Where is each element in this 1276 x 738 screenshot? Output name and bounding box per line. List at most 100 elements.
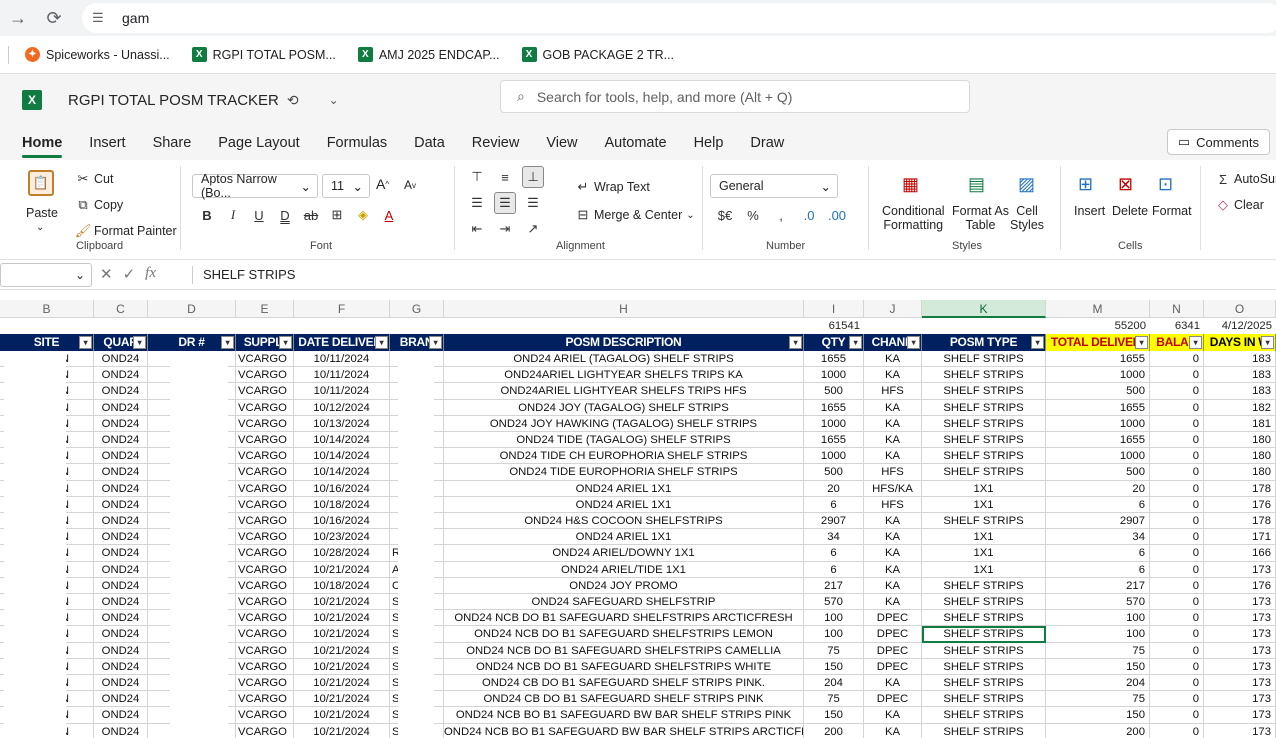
table-cell[interactable]: 10/14/2024 <box>294 432 390 449</box>
table-cell[interactable]: 183 <box>1204 367 1276 384</box>
forward-icon[interactable]: → <box>0 8 36 29</box>
table-cell[interactable]: 10/21/2024 <box>294 723 390 738</box>
table-cell[interactable]: SHELF STRIPS <box>922 383 1046 400</box>
table-cell[interactable]: 75 <box>1046 691 1150 708</box>
table-cell[interactable]: 1655 <box>804 432 864 449</box>
column-header-G[interactable]: G <box>390 300 444 318</box>
table-cell[interactable]: 10/21/2024 <box>294 658 390 675</box>
table-cell[interactable]: VCARGO <box>236 675 294 692</box>
table-cell[interactable]: 0 <box>1150 480 1204 497</box>
chevron-down-icon[interactable]: ⌄ <box>36 222 44 233</box>
table-cell[interactable]: 500 <box>804 464 864 481</box>
table-cell[interactable]: OND24 <box>94 626 148 643</box>
table-cell[interactable]: 176 <box>1204 577 1276 594</box>
table-header-cell[interactable]: QUAR ▾ <box>94 334 148 351</box>
comma-style-icon[interactable]: , <box>770 204 792 226</box>
align-middle-icon[interactable]: ≡ <box>494 166 516 188</box>
table-cell[interactable]: 10/21/2024 <box>294 707 390 724</box>
bookmark-spiceworks[interactable]: ✦ Spiceworks - Unassi... <box>25 47 170 62</box>
table-cell[interactable]: KA <box>864 594 922 611</box>
table-cell[interactable]: 173 <box>1204 610 1276 627</box>
table-cell[interactable]: KA <box>864 707 922 724</box>
table-cell[interactable]: 0 <box>1150 691 1204 708</box>
table-cell[interactable]: 173 <box>1204 658 1276 675</box>
table-cell[interactable]: 100 <box>1046 626 1150 643</box>
table-cell[interactable]: OND24 <box>94 577 148 594</box>
autosum-button[interactable]: Σ AutoSum <box>1212 168 1276 190</box>
table-cell[interactable]: 200 <box>804 723 864 738</box>
table-header-cell[interactable]: DR # ▾ <box>148 334 236 351</box>
table-cell[interactable]: 10/16/2024 <box>294 480 390 497</box>
table-cell[interactable]: 0 <box>1150 464 1204 481</box>
table-cell[interactable]: 173 <box>1204 626 1276 643</box>
table-cell[interactable]: OND24 NCB DO B1 SAFEGUARD SHELFSTRIPS LE… <box>444 626 804 643</box>
column-header-C[interactable]: C <box>94 300 148 318</box>
table-cell[interactable]: 1000 <box>1046 448 1150 465</box>
table-cell[interactable]: OND24 <box>94 464 148 481</box>
table-cell[interactable]: 6 <box>804 496 864 513</box>
table-cell[interactable]: VCARGO <box>236 415 294 432</box>
table-cell[interactable]: 150 <box>1046 707 1150 724</box>
format-painter-button[interactable]: 🖌 Format Painter <box>72 220 177 242</box>
conditional-formatting-button[interactable]: Conditional Formatting <box>882 204 945 232</box>
search-input[interactable]: ⌕ Search for tools, help, and more (Alt … <box>500 80 970 113</box>
filter-dropdown-icon[interactable]: ▾ <box>789 336 802 349</box>
table-cell[interactable]: 0 <box>1150 642 1204 659</box>
table-cell[interactable]: VCARGO <box>236 399 294 416</box>
table-cell[interactable]: 0 <box>1150 707 1204 724</box>
table-cell[interactable]: SHELF STRIPS <box>922 594 1046 611</box>
table-cell[interactable]: KA <box>864 675 922 692</box>
table-cell[interactable]: 0 <box>1150 594 1204 611</box>
table-cell[interactable]: 10/14/2024 <box>294 464 390 481</box>
table-cell[interactable]: OND24 <box>94 707 148 724</box>
table-cell[interactable]: OND24 <box>94 448 148 465</box>
table-cell[interactable]: 204 <box>1046 675 1150 692</box>
tab-insert[interactable]: Insert <box>89 135 125 151</box>
table-cell[interactable]: SHELF STRIPS <box>922 610 1046 627</box>
table-cell[interactable]: OND24 NCB DO B1 SAFEGUARD SHELFSTRIPS AR… <box>444 610 804 627</box>
table-cell[interactable]: OND24ARIEL LIGHTYEAR SHELFS TRIPS HFS <box>444 383 804 400</box>
chevron-down-icon[interactable]: ⌄ <box>329 93 339 107</box>
table-header-cell[interactable]: DAYS IN W ▾ <box>1204 334 1276 351</box>
table-cell[interactable]: 0 <box>1150 561 1204 578</box>
table-cell[interactable]: SHELF STRIPS <box>922 691 1046 708</box>
table-cell[interactable]: 0 <box>1150 383 1204 400</box>
table-cell[interactable]: OND24 <box>94 415 148 432</box>
formula-input[interactable]: SHELF STRIPS <box>203 267 295 282</box>
table-cell[interactable]: 500 <box>804 383 864 400</box>
summary-cell-I[interactable]: 61541 <box>804 318 864 334</box>
table-cell[interactable]: 150 <box>804 658 864 675</box>
table-cell[interactable]: OND24ARIEL LIGHTYEAR SHELFS TRIPS KA <box>444 367 804 384</box>
table-cell[interactable]: 570 <box>804 594 864 611</box>
table-header-cell[interactable]: POSM TYPE ▾ <box>922 334 1046 351</box>
table-cell[interactable]: SHELF STRIPS <box>922 367 1046 384</box>
bold-icon[interactable]: B <box>196 204 218 226</box>
increase-font-icon[interactable]: A ^ <box>376 176 389 192</box>
tab-data[interactable]: Data <box>414 135 445 151</box>
delete-button[interactable]: Delete <box>1112 204 1148 218</box>
table-cell[interactable]: OND24 JOY (TAGALOG) SHELF STRIPS <box>444 399 804 416</box>
table-cell[interactable]: OND24 <box>94 529 148 546</box>
table-cell[interactable]: 0 <box>1150 529 1204 546</box>
document-title[interactable]: RGPI TOTAL POSM TRACKER <box>68 92 279 109</box>
table-cell[interactable]: KA <box>864 367 922 384</box>
table-cell[interactable]: 10/23/2024 <box>294 529 390 546</box>
copy-button[interactable]: ⧉ Copy <box>72 194 123 216</box>
font-size-dropdown[interactable]: 11 ⌄ <box>322 174 370 198</box>
table-cell[interactable]: 1X1 <box>922 561 1046 578</box>
table-cell[interactable]: VCARGO <box>236 610 294 627</box>
table-cell[interactable]: OND24 CB DO B1 SAFEGUARD SHELF STRIPS PI… <box>444 691 804 708</box>
double-underline-icon[interactable]: D <box>274 204 296 226</box>
tab-page-layout[interactable]: Page Layout <box>218 135 299 151</box>
table-cell[interactable]: VCARGO <box>236 448 294 465</box>
table-cell[interactable]: SHELF STRIPS <box>922 415 1046 432</box>
table-cell[interactable]: 1000 <box>1046 415 1150 432</box>
filter-dropdown-icon[interactable]: ▾ <box>1135 336 1148 349</box>
table-cell[interactable]: 10/21/2024 <box>294 610 390 627</box>
table-cell[interactable]: HFS <box>864 383 922 400</box>
table-cell[interactable]: 150 <box>1046 658 1150 675</box>
table-cell[interactable]: 2907 <box>1046 513 1150 530</box>
table-cell[interactable]: OND24 JOY HAWKING (TAGALOG) SHELF STRIPS <box>444 415 804 432</box>
table-cell[interactable]: 0 <box>1150 415 1204 432</box>
number-format-dropdown[interactable]: General ⌄ <box>710 174 838 198</box>
